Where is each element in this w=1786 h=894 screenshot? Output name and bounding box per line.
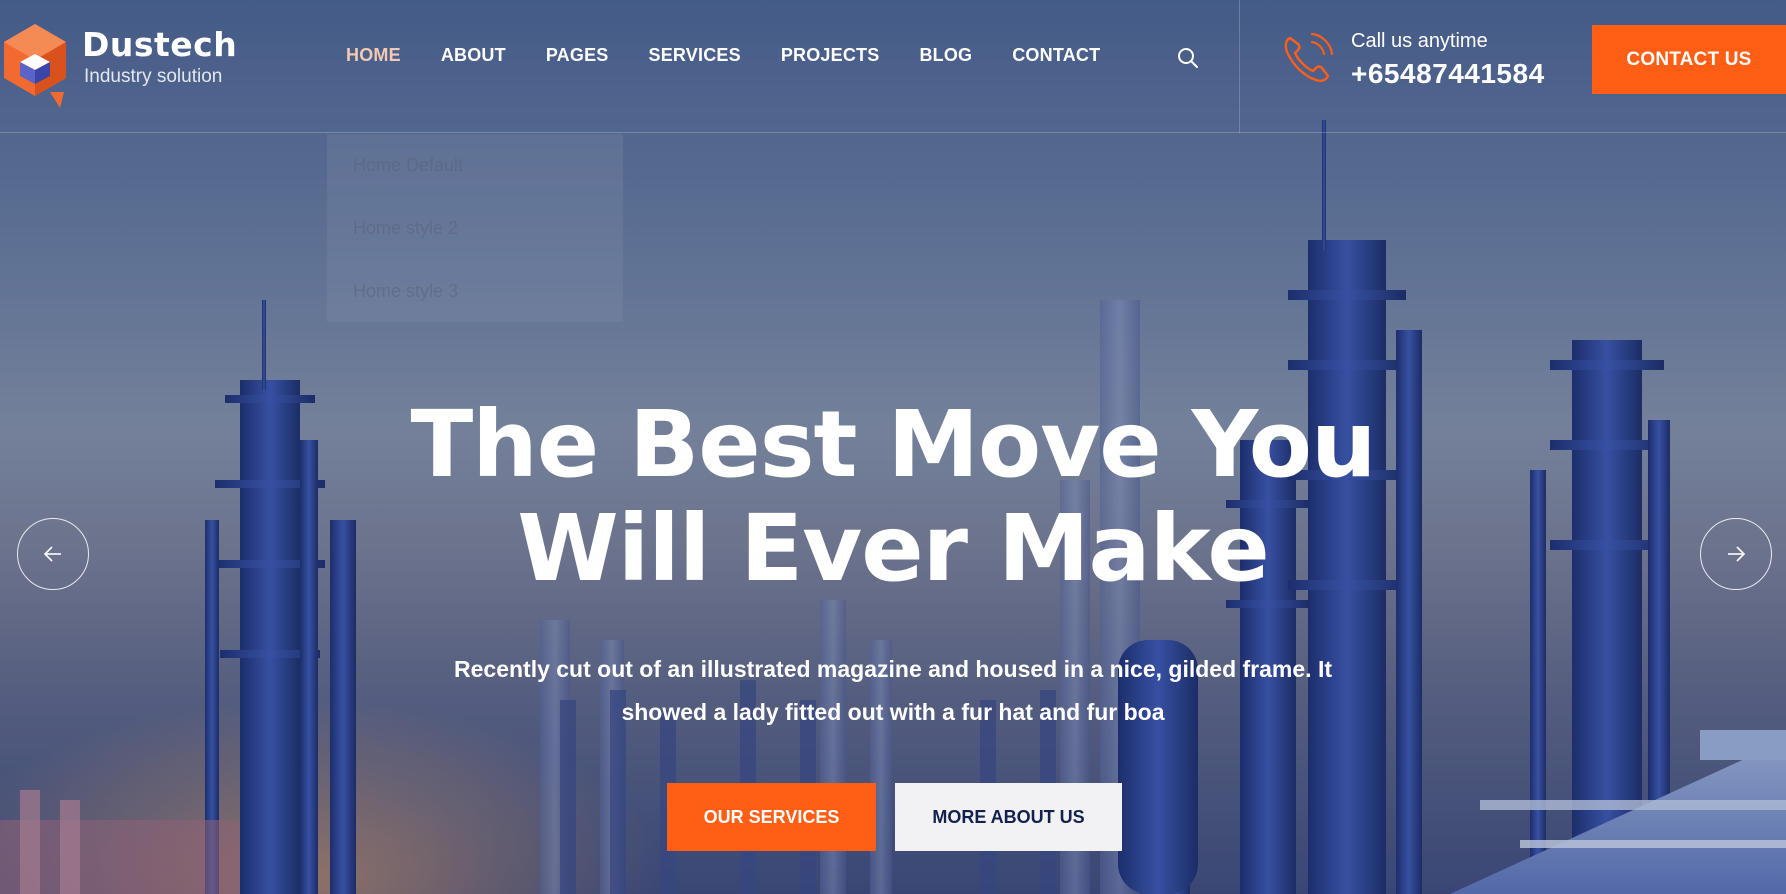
- hero-subtitle-line-1: Recently cut out of an illustrated magaz…: [454, 656, 1332, 682]
- our-services-button[interactable]: OUR SERVICES: [667, 783, 876, 851]
- dropdown-item-home-style-2[interactable]: Home style 2: [327, 197, 623, 260]
- hero-subtitle: Recently cut out of an illustrated magaz…: [443, 648, 1343, 734]
- main-nav: HOME ABOUT PAGES SERVICES PROJECTS BLOG …: [346, 45, 1140, 66]
- site-header: Dustech Industry solution HOME ABOUT PAG…: [0, 0, 1786, 133]
- nav-item-projects[interactable]: PROJECTS: [781, 45, 880, 66]
- hero-title-line-1: The Best Move You: [410, 391, 1377, 498]
- more-about-us-button[interactable]: MORE ABOUT US: [895, 783, 1122, 851]
- nav-item-contact[interactable]: CONTACT: [1012, 45, 1100, 66]
- hero-title: The Best Move You Will Ever Make: [0, 393, 1786, 601]
- header-divider: [1239, 0, 1240, 133]
- nav-item-blog[interactable]: BLOG: [919, 45, 972, 66]
- dropdown-item-home-default[interactable]: Home Default: [327, 134, 623, 197]
- nav-item-home[interactable]: HOME: [346, 45, 401, 66]
- contact-us-button[interactable]: CONTACT US: [1592, 25, 1786, 94]
- logo-cube-icon: [4, 24, 66, 108]
- slider-prev-button[interactable]: [17, 518, 89, 590]
- hero-slider: Dustech Industry solution HOME ABOUT PAG…: [0, 0, 1786, 894]
- hero-title-line-2: Will Ever Make: [517, 495, 1269, 602]
- brand-name: Dustech: [82, 25, 238, 64]
- nav-item-about[interactable]: ABOUT: [441, 45, 506, 66]
- home-dropdown-menu: Home Default Home style 2 Home style 3: [327, 134, 623, 322]
- arrow-right-icon: [1728, 546, 1746, 562]
- nav-item-pages[interactable]: PAGES: [546, 45, 609, 66]
- brand-logo[interactable]: Dustech Industry solution: [0, 22, 237, 108]
- arrow-left-icon: [43, 546, 61, 562]
- call-number[interactable]: +65487441584: [1351, 58, 1545, 90]
- slider-next-button[interactable]: [1700, 518, 1772, 590]
- phone-icon: [1284, 32, 1334, 82]
- hero-subtitle-line-2: showed a lady fitted out with a fur hat …: [621, 699, 1165, 725]
- nav-item-services[interactable]: SERVICES: [649, 45, 741, 66]
- dropdown-item-home-style-3[interactable]: Home style 3: [327, 260, 623, 323]
- brand-tagline: Industry solution: [84, 66, 223, 87]
- search-icon[interactable]: [1177, 47, 1199, 69]
- call-label: Call us anytime: [1351, 30, 1488, 52]
